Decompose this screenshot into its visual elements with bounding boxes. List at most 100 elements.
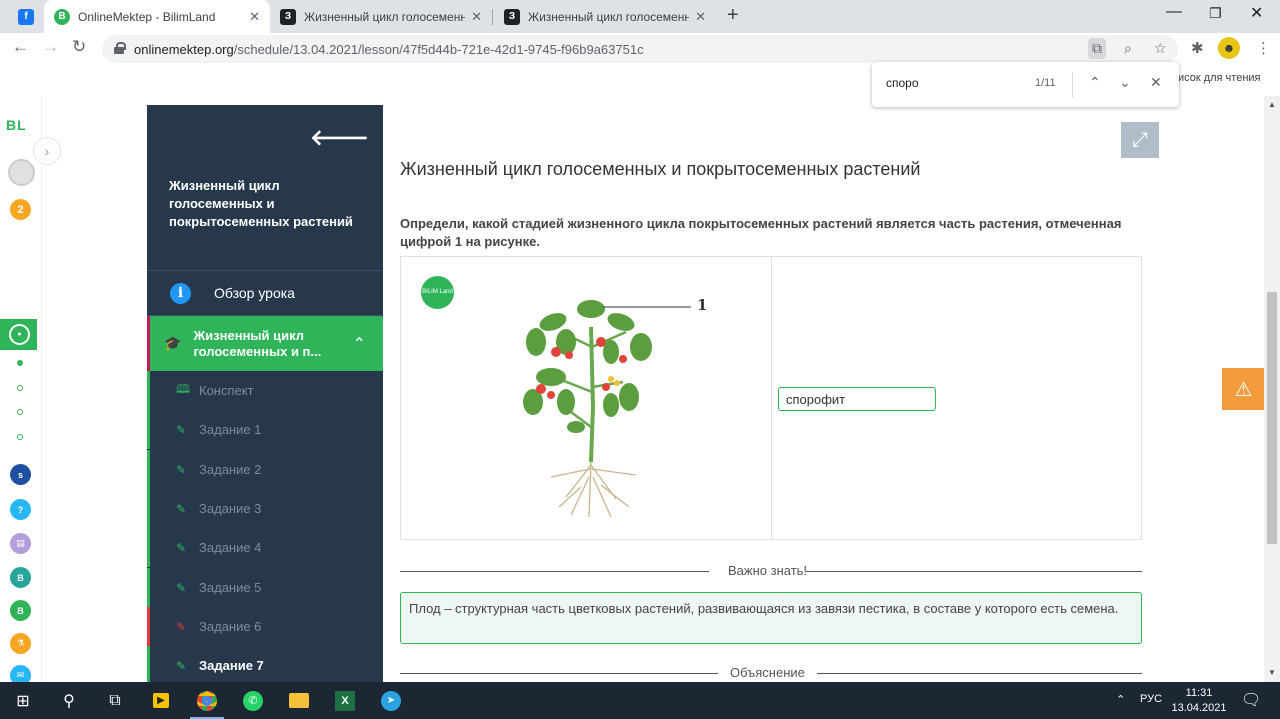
task-view-icon[interactable]: ⧉ <box>92 682 138 719</box>
close-tab-icon[interactable]: ✕ <box>695 9 706 25</box>
bookmark-star-icon[interactable]: ☆ <box>1154 40 1167 57</box>
bilimland-app-icon[interactable]: B <box>10 567 31 588</box>
tab-lesson-2[interactable]: З Жизненный цикл голосеменных ✕ <box>494 0 716 33</box>
menu-icon[interactable]: ⋮ <box>1256 39 1271 57</box>
telegram-icon[interactable]: ➤ <box>368 682 414 719</box>
find-bar: 1/11 ⌃ ⌄ ✕ <box>872 62 1179 107</box>
zoom-icon[interactable]: ⌕ <box>1124 40 1132 57</box>
scroll-up-icon[interactable]: ▲ <box>1268 100 1276 109</box>
overview-label: Обзор урока <box>214 285 295 301</box>
windows-start-icon[interactable]: ⊞ <box>0 682 46 719</box>
find-close-icon[interactable]: ✕ <box>1150 74 1162 91</box>
lock-icon <box>114 42 126 54</box>
back-arrow-icon[interactable]: 🡐 <box>310 125 369 151</box>
system-clock[interactable]: 11:31 13.04.2021 <box>1169 686 1229 716</box>
rail-item-active[interactable]: ● <box>0 319 37 350</box>
explanation-label[interactable]: Объяснение <box>718 665 817 680</box>
browser-tab-strip: f B OnlineMektep - BilimLand ✕ З Жизненн… <box>0 0 1280 33</box>
address-bar[interactable]: onlinemektep.org/schedule/13.04.2021/les… <box>102 35 1178 63</box>
info-icon: i <box>170 282 191 304</box>
edit-icon: ✎ <box>176 422 187 437</box>
rail-dot[interactable] <box>17 360 23 366</box>
search-icon[interactable]: ⚲ <box>46 682 92 719</box>
facebook-tab-icon[interactable]: f <box>8 0 38 33</box>
notification-badge[interactable]: 2 <box>10 199 31 220</box>
excel-icon[interactable]: X <box>322 682 368 719</box>
extensions-icon[interactable]: ✱ <box>1191 39 1204 57</box>
plant-illustration <box>523 300 691 518</box>
fullscreen-icon[interactable]: ⤢ <box>1121 122 1159 158</box>
user-avatar[interactable] <box>8 159 35 186</box>
restore-icon[interactable]: ❐ <box>1209 5 1222 22</box>
tab-title: Жизненный цикл голосеменных <box>304 9 466 24</box>
find-next-icon[interactable]: ⌄ <box>1119 74 1131 91</box>
lesson-favicon-icon: З <box>504 8 520 25</box>
sidebar-item-label: Задание 4 <box>199 540 262 555</box>
scroll-down-icon[interactable]: ▼ <box>1268 668 1276 677</box>
calendar-icon[interactable]: ▤ <box>10 533 31 554</box>
notifications-icon[interactable]: 🗨 <box>1241 690 1261 710</box>
player-app-icon[interactable]: ▶ <box>138 682 184 719</box>
web-page: BL 2 ● s ? ▤ B B ⚗ ✉ › 🡐 Жизненный цикл … <box>0 96 1280 682</box>
sidebar-item-task-3[interactable]: ✎ Задание 3 <box>147 489 383 528</box>
tab-onlinemektep[interactable]: B OnlineMektep - BilimLand ✕ <box>44 0 270 33</box>
warning-icon[interactable]: ⚠ <box>1222 368 1265 410</box>
sidebar-item-task-7[interactable]: ✎ Задание 7 <box>147 646 383 682</box>
scroll-thumb[interactable] <box>1267 292 1277 544</box>
sidebar-item-task-2[interactable]: ✎ Задание 2 <box>147 450 383 489</box>
sidebar-item-konspekt[interactable]: 🕮 Конспект <box>147 371 383 410</box>
url-text: onlinemektep.org/schedule/13.04.2021/les… <box>134 42 644 57</box>
find-prev-icon[interactable]: ⌃ <box>1089 74 1101 91</box>
close-tab-icon[interactable]: ✕ <box>471 9 482 25</box>
reading-list-label[interactable]: писок для чтения <box>1172 72 1261 84</box>
new-tab-button[interactable]: + <box>727 4 739 27</box>
scrollbar[interactable]: ▲ ▼ <box>1264 96 1280 682</box>
forward-icon[interactable]: → <box>42 37 59 57</box>
sidebar-item-task-4[interactable]: ✎ Задание 4 <box>147 528 383 567</box>
status-bar <box>147 646 150 682</box>
edit-icon: ✎ <box>176 462 187 477</box>
tray-overflow-icon[interactable]: ⌃ <box>1116 693 1125 706</box>
lesson-overview-link[interactable]: i Обзор урока <box>147 270 383 316</box>
back-icon[interactable]: ← <box>12 37 29 57</box>
chevron-right-icon[interactable]: › <box>33 137 61 165</box>
file-explorer-icon[interactable] <box>276 682 322 719</box>
chrome-icon[interactable] <box>184 682 230 719</box>
sidebar-item-task-1[interactable]: ✎ Задание 1 <box>147 410 383 449</box>
reload-icon[interactable]: ↻ <box>72 37 86 57</box>
sidebar-item-task-5[interactable]: ✎ Задание 5 <box>147 568 383 607</box>
bilimland-app-icon[interactable]: B <box>10 600 31 621</box>
rail-dot[interactable] <box>17 409 23 415</box>
language-indicator[interactable]: РУС <box>1140 693 1162 705</box>
profile-avatar-icon[interactable]: ☻ <box>1218 37 1240 59</box>
minimize-icon[interactable]: — <box>1166 3 1182 21</box>
bilimland-logo[interactable]: BL <box>6 117 27 133</box>
lesson-content: ⤢ Жизненный цикл голосеменных и покрытос… <box>383 96 1160 682</box>
page-info-icon[interactable]: ⧉ <box>1088 38 1106 59</box>
find-input[interactable] <box>886 76 1016 90</box>
rail-dot[interactable] <box>17 434 23 440</box>
divider <box>400 571 709 572</box>
find-count: 1/11 <box>1035 77 1056 89</box>
status-bar <box>147 371 150 410</box>
tab-lesson-1[interactable]: З Жизненный цикл голосеменных ✕ <box>270 0 492 33</box>
chevron-up-icon[interactable]: ⌃ <box>352 334 365 354</box>
bilimland-badge: BILIM Land <box>421 276 454 309</box>
close-tab-icon[interactable]: ✕ <box>249 9 260 25</box>
question-text: Определи, какой стадией жизненного цикла… <box>400 216 1122 249</box>
chat-app-icon[interactable]: ✉ <box>10 665 31 682</box>
edit-icon: ✎ <box>176 580 187 595</box>
important-fact-box: Плод – структурная часть цветковых расте… <box>400 592 1142 644</box>
rail-dot[interactable] <box>17 385 23 391</box>
facebook-icon: f <box>18 8 34 25</box>
smart-app-icon[interactable]: s <box>10 464 31 485</box>
whatsapp-icon[interactable]: ✆ <box>230 682 276 719</box>
task-box: BILIM Land 1 спорофит <box>400 256 1142 540</box>
sidebar-item-task-6[interactable]: ✎ Задание 6 <box>147 607 383 646</box>
sidebar-item-label: Задание 7 <box>199 658 264 673</box>
help-icon[interactable]: ? <box>10 499 31 520</box>
topic-accordion[interactable]: 🎓 Жизненный цикл голосеменных и п... ⌃ <box>147 316 383 371</box>
lab-app-icon[interactable]: ⚗ <box>10 633 31 654</box>
close-window-icon[interactable]: ✕ <box>1250 3 1263 23</box>
answer-input[interactable] <box>778 387 936 411</box>
